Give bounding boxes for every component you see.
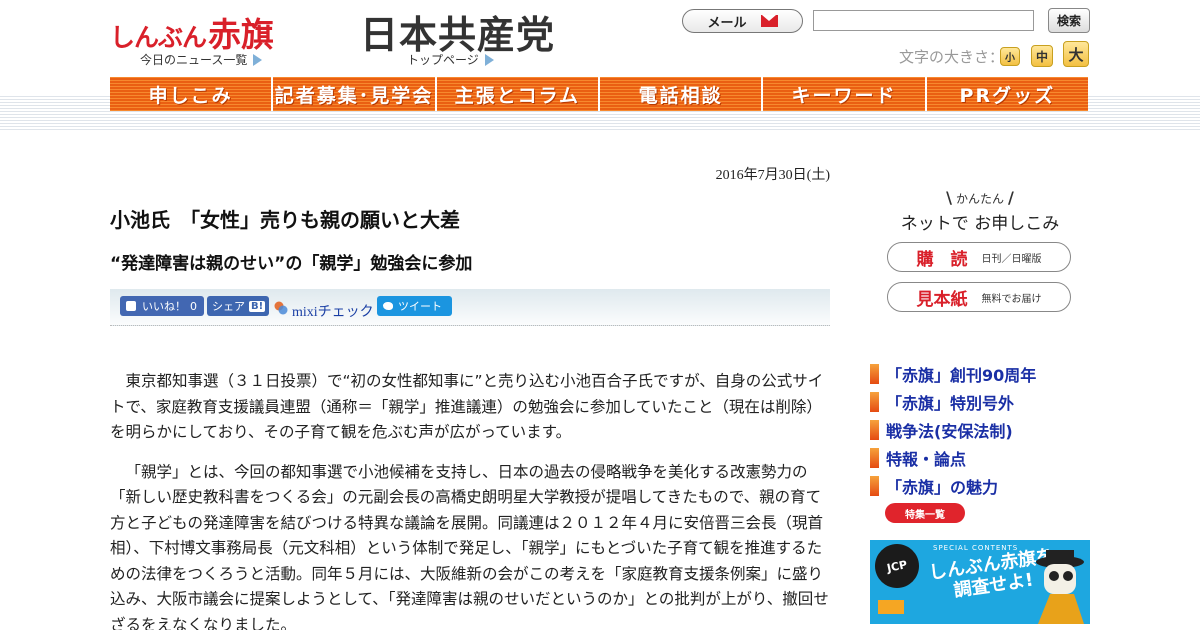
nav-item-editorials[interactable]: 主張とコラム bbox=[436, 77, 600, 111]
nav-item-phone-consult[interactable]: 電話相談 bbox=[599, 77, 764, 111]
slash-icon: \ bbox=[946, 188, 952, 207]
feature-links: 「赤旗」創刊90周年 「赤旗」特別号外 戦争法(安保法制) 特報・論点 「赤旗」… bbox=[870, 360, 1036, 500]
like-label: いいね！ bbox=[142, 300, 186, 313]
thumbs-up-icon bbox=[126, 301, 136, 311]
main-nav: 申しこみ 記者募集･見学会 主張とコラム 電話相談 キーワード PRグッズ bbox=[110, 77, 1088, 111]
article-body: 東京都知事選（３１日投票）で“初の女性都知事に”と売り込む小池百合子氏ですが、自… bbox=[110, 369, 830, 630]
feature-link-label: 特報・論点 bbox=[886, 450, 967, 469]
banner-special-label: SPECIAL CONTENTS bbox=[933, 544, 1019, 552]
facebook-like-button[interactable]: いいね！ 0 bbox=[120, 296, 204, 316]
like-count: 0 bbox=[190, 299, 197, 313]
feature-link-special-report[interactable]: 特報・論点 bbox=[870, 444, 1036, 472]
orange-bar-icon bbox=[870, 392, 879, 412]
font-size-label: 文字の大きさ： bbox=[899, 48, 1005, 66]
search-button[interactable]: 検索 bbox=[1048, 8, 1090, 33]
feature-link-appeal[interactable]: 「赤旗」の魅力 bbox=[870, 472, 1036, 500]
feature-link-label: 戦争法(安保法制) bbox=[886, 422, 1013, 441]
subscribe-label: 購 読 bbox=[916, 249, 968, 270]
article-subtitle: “発達障害は親のせい”の「親学」勉強会に参加 bbox=[110, 254, 473, 274]
twitter-bird-icon bbox=[383, 302, 393, 310]
envelope-icon bbox=[760, 15, 778, 27]
feature-link-war-law[interactable]: 戦争法(安保法制) bbox=[870, 416, 1036, 444]
top-page-link[interactable]: トップページ bbox=[407, 51, 494, 68]
nav-item-apply[interactable]: 申しこみ bbox=[110, 77, 274, 111]
top-page-label: トップページ bbox=[407, 53, 479, 67]
hatena-bookmark-icon[interactable]: B! bbox=[249, 300, 266, 312]
search-input[interactable] bbox=[813, 10, 1034, 31]
subscribe-button[interactable]: 購 読 日刊／日曜版 bbox=[887, 242, 1071, 272]
orange-bar-icon bbox=[870, 448, 879, 468]
feature-link-extra[interactable]: 「赤旗」特別号外 bbox=[870, 388, 1036, 416]
font-size-large-button[interactable]: 大 bbox=[1063, 41, 1089, 67]
feature-link-label: 「赤旗」の魅力 bbox=[886, 478, 999, 497]
mail-button-label: メール bbox=[707, 15, 747, 31]
akahata-logo-kanji: 赤旗 bbox=[208, 15, 275, 54]
orange-bar-icon bbox=[870, 420, 879, 440]
article-paragraph: 「親学」とは、今回の都知事選で小池候補を支持し、日本の過去の侵略戦争を美化する改… bbox=[110, 462, 829, 630]
feature-list-button[interactable]: 特集一覧 bbox=[885, 503, 965, 523]
nav-item-pr-goods[interactable]: PRグッズ bbox=[926, 77, 1088, 111]
akahata-logo[interactable]: しんぶん赤旗 bbox=[110, 8, 274, 56]
jcp-badge: JCP bbox=[870, 540, 924, 593]
detective-illustration bbox=[1036, 550, 1084, 624]
facebook-share-button[interactable]: シェア B! bbox=[207, 296, 269, 316]
todays-news-label: 今日のニュース一覧 bbox=[140, 53, 248, 67]
share-bar: いいね！ 0 シェア B! mixiチェック ツイート bbox=[110, 289, 830, 326]
tweet-button[interactable]: ツイート bbox=[377, 296, 452, 316]
kantan-label: かんたん bbox=[955, 192, 1004, 206]
online-apply-label: ネットで お申しこみ bbox=[900, 214, 1060, 234]
share-label: シェア bbox=[212, 300, 245, 313]
sample-paper-note: 無料でお届け bbox=[981, 293, 1042, 305]
slash-icon: / bbox=[1008, 188, 1014, 207]
sample-paper-label: 見本紙 bbox=[916, 289, 968, 310]
mixi-check-link[interactable]: mixiチェック bbox=[292, 301, 374, 321]
orange-bar-icon bbox=[870, 476, 879, 496]
article-date: 2016年7月30日(土) bbox=[715, 168, 830, 183]
todays-news-link[interactable]: 今日のニュース一覧 bbox=[140, 51, 263, 68]
banner-tag-decoration bbox=[878, 600, 904, 614]
sample-paper-button[interactable]: 見本紙 無料でお届け bbox=[887, 282, 1071, 312]
arrow-right-icon bbox=[484, 54, 494, 66]
subscribe-note: 日刊／日曜版 bbox=[981, 253, 1042, 265]
mixi-icon[interactable] bbox=[273, 300, 289, 316]
article-paragraph: 東京都知事選（３１日投票）で“初の女性都知事に”と売り込む小池百合子氏ですが、自… bbox=[110, 372, 824, 441]
nav-item-keywords[interactable]: キーワード bbox=[763, 77, 927, 111]
font-size-small-button[interactable]: 小 bbox=[1000, 47, 1020, 66]
mail-button[interactable]: メール bbox=[682, 9, 803, 33]
nav-item-recruit[interactable]: 記者募集･見学会 bbox=[273, 77, 437, 111]
online-apply-heading: \ かんたん / ネットで お申しこみ bbox=[870, 188, 1090, 234]
tweet-label: ツイート bbox=[398, 300, 442, 313]
arrow-right-icon bbox=[253, 54, 263, 66]
investigate-akahata-banner[interactable]: JCP SPECIAL CONTENTS しんぶん赤旗を 調査せよ! bbox=[870, 540, 1090, 624]
feature-link-label: 「赤旗」特別号外 bbox=[886, 394, 1015, 413]
feature-link-90th[interactable]: 「赤旗」創刊90周年 bbox=[870, 360, 1036, 388]
feature-link-label: 「赤旗」創刊90周年 bbox=[886, 366, 1037, 385]
font-size-medium-button[interactable]: 中 bbox=[1031, 45, 1053, 67]
article-title: 小池氏 「女性」売りも親の願いと大差 bbox=[110, 208, 460, 232]
akahata-logo-kana: しんぶん bbox=[110, 23, 207, 52]
orange-bar-icon bbox=[870, 364, 879, 384]
